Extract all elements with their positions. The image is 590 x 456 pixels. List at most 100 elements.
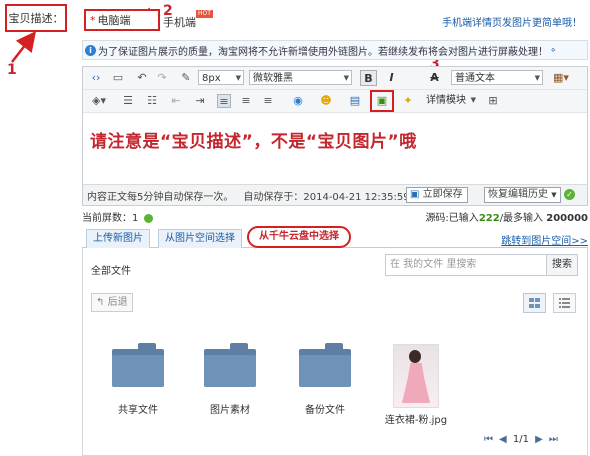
chevron-down-icon: ▼ [343,74,349,82]
back-label: 后退 [107,297,128,308]
align-right-icon[interactable]: ≡ [261,94,275,108]
insert-image-highlight [370,90,394,112]
indent-icon[interactable]: ⇥ [193,94,207,108]
save-now-button[interactable]: ▣ 立即保存 [406,187,468,203]
chevron-down-icon: ▼ [235,74,241,82]
screen-count-label: 当前屏数：1 [82,213,139,224]
align-left-icon[interactable]: ≡ [217,94,231,108]
undo-icon[interactable]: ↶ [135,71,149,85]
source-max: 200000 [546,213,588,224]
back-button[interactable]: ↰ 后退 [91,293,133,312]
template-icon[interactable]: ▤ [348,94,362,108]
folder-icon [112,343,164,387]
tab-pc[interactable]: * 电脑端 [84,9,160,31]
grid-view-icon[interactable] [523,293,546,313]
check-icon [143,213,153,223]
required-star: * [90,13,96,27]
tab-pc-label: 电脑端 [97,14,131,27]
source-code-icon[interactable]: ‹› [89,71,103,85]
toolbar-row-2: ◈▾ ☰ ☷ ⇤ ⇥ ≡ ≡ ≡ ◉ ☻ ▤ ▣ ✦ 详情模块 ▼ ⊞ [83,90,587,113]
annotation-number-1: 1 [7,62,17,78]
tab-qianniu-cloud[interactable]: 从千牛云盘中选择 [247,226,351,248]
italic-button[interactable]: I [383,70,400,86]
tools-icon[interactable]: ✦ [401,94,415,108]
folder-item[interactable]: 图片素材 [195,343,265,416]
font-family-value: 微软雅黑 [253,73,293,84]
next-page-icon[interactable]: ▶ [535,434,543,445]
file-browser-panel: 全部文件 在 我的文件 里搜索 搜索 ↰ 后退 共享文件 图片素材 备份文件 连… [82,248,588,456]
align-center-icon[interactable]: ≡ [239,94,253,108]
notice-text: 为了保证图片展示的质量，淘宝网将不允许新增使用外链图片。若继续发布将会对图片进行… [98,46,548,58]
source-char-count: 源码:已输入222/最多输入 200000 [425,209,588,224]
image-file-item[interactable]: 连衣裙-粉.jpg [381,344,451,426]
redo-icon[interactable]: ↷ [155,71,169,85]
dress-thumbnail [393,344,439,408]
editor-status-bar: 内容正文每5分钟自动保存一次。 自动保存于：2014-04-21 12:35:5… [82,184,588,206]
all-files-breadcrumb[interactable]: 全部文件 [91,262,131,277]
bullet-list-icon[interactable]: ☰ [121,94,135,108]
font-size-value: 8px [202,73,221,84]
notice-bar: i 为了保证图片展示的质量，淘宝网将不允许新增使用外链图片。若继续发布将会对图片… [82,40,588,60]
outdent-icon[interactable]: ⇤ [169,94,183,108]
detail-module-select[interactable]: 详情模块 ▼ [423,93,478,108]
folder-name: 图片素材 [210,405,250,416]
paragraph-format-select[interactable]: 普通文本 ▼ [451,70,543,85]
last-page-icon[interactable]: ⏭ [549,434,558,445]
page-indicator: 1/1 [512,434,529,445]
source-suffix: /最多输入 [499,213,544,224]
folder-icon [204,343,256,387]
save-now-label: 立即保存 [422,189,463,200]
check-icon: ✓ [564,189,575,200]
jump-to-image-space-link[interactable]: 跳转到图片空间>> [501,232,588,247]
strikethrough-button[interactable]: A [426,70,443,86]
save-icon: ▣ [410,189,420,200]
arrow-1 [11,31,37,63]
toolbar-row-1: ‹› ▭ ↶ ↷ ✎ 8px ▼ 微软雅黑 ▼ B I A 普通文本 ▼ ▦▾ [83,67,587,90]
color-fill-icon[interactable]: ◈▾ [89,94,109,108]
paragraph-format-value: 普通文本 [455,73,495,84]
notice-dot-icon: ∘ [550,44,557,56]
file-search-input[interactable]: 在 我的文件 里搜索 [385,254,547,276]
folder-item[interactable]: 共享文件 [103,343,173,416]
restore-history-button[interactable]: 恢复编辑历史 ▼ [484,187,561,203]
tab-mobile[interactable]: 手机端 [163,14,196,30]
editor-content[interactable]: 请注意是“宝贝描述”，不是“宝贝图片”哦 [90,127,417,152]
source-prefix: 源码:已输入 [425,213,479,224]
image-source-tabs: 上传新图片 从图片空间选择 从千牛云盘中选择 跳转到图片空间>> [82,226,588,248]
first-page-icon[interactable]: ⏮ [484,434,493,445]
saved-timestamp: 自动保存于：2014-04-21 12:35:59 [243,191,410,203]
restore-history-label: 恢复编辑历史 [488,189,548,200]
font-size-select[interactable]: 8px ▼ [198,70,244,85]
detail-module-value: 详情模块 [426,95,466,106]
link-icon[interactable]: ◉ [291,94,305,108]
folder-icon [299,343,351,387]
image-file-name: 连衣裙-粉.jpg [384,415,448,426]
table-icon[interactable]: ▦▾ [551,71,571,85]
list-view-icon[interactable] [553,293,576,313]
info-icon: i [85,44,96,56]
tab-upload[interactable]: 上传新图片 [86,229,150,248]
font-family-select[interactable]: 微软雅黑 ▼ [249,70,352,85]
mobile-detail-link[interactable]: 手机端详情页发图片更简单哦！ [442,14,582,29]
source-count: 222 [478,213,500,224]
tab-image-space[interactable]: 从图片空间选择 [158,229,242,248]
back-arrow-icon: ↰ [96,297,105,308]
bold-button[interactable]: B [360,70,377,86]
numbered-list-icon[interactable]: ☷ [145,94,159,108]
fullscreen-icon[interactable]: ⊞ [486,94,500,108]
autosave-info: 内容正文每5分钟自动保存一次。 [87,191,234,203]
prev-page-icon[interactable]: ◀ [499,434,507,445]
hot-badge: HOT [196,10,213,18]
folder-item[interactable]: 备份文件 [290,343,360,416]
pagination: ⏮ ◀ 1/1 ▶ ⏭ [481,434,561,445]
screen-count: 当前屏数：1 [82,209,153,224]
folder-name: 备份文件 [305,405,345,416]
search-button[interactable]: 搜索 [547,254,578,276]
chevron-down-icon: ▼ [470,96,476,104]
description-label: 宝贝描述： [5,4,67,32]
chevron-down-icon: ▼ [551,191,557,199]
folder-name: 共享文件 [118,405,158,416]
format-painter-icon[interactable]: ✎ [179,71,193,85]
emoji-icon[interactable]: ☻ [319,94,333,108]
preview-icon[interactable]: ▭ [111,71,125,85]
